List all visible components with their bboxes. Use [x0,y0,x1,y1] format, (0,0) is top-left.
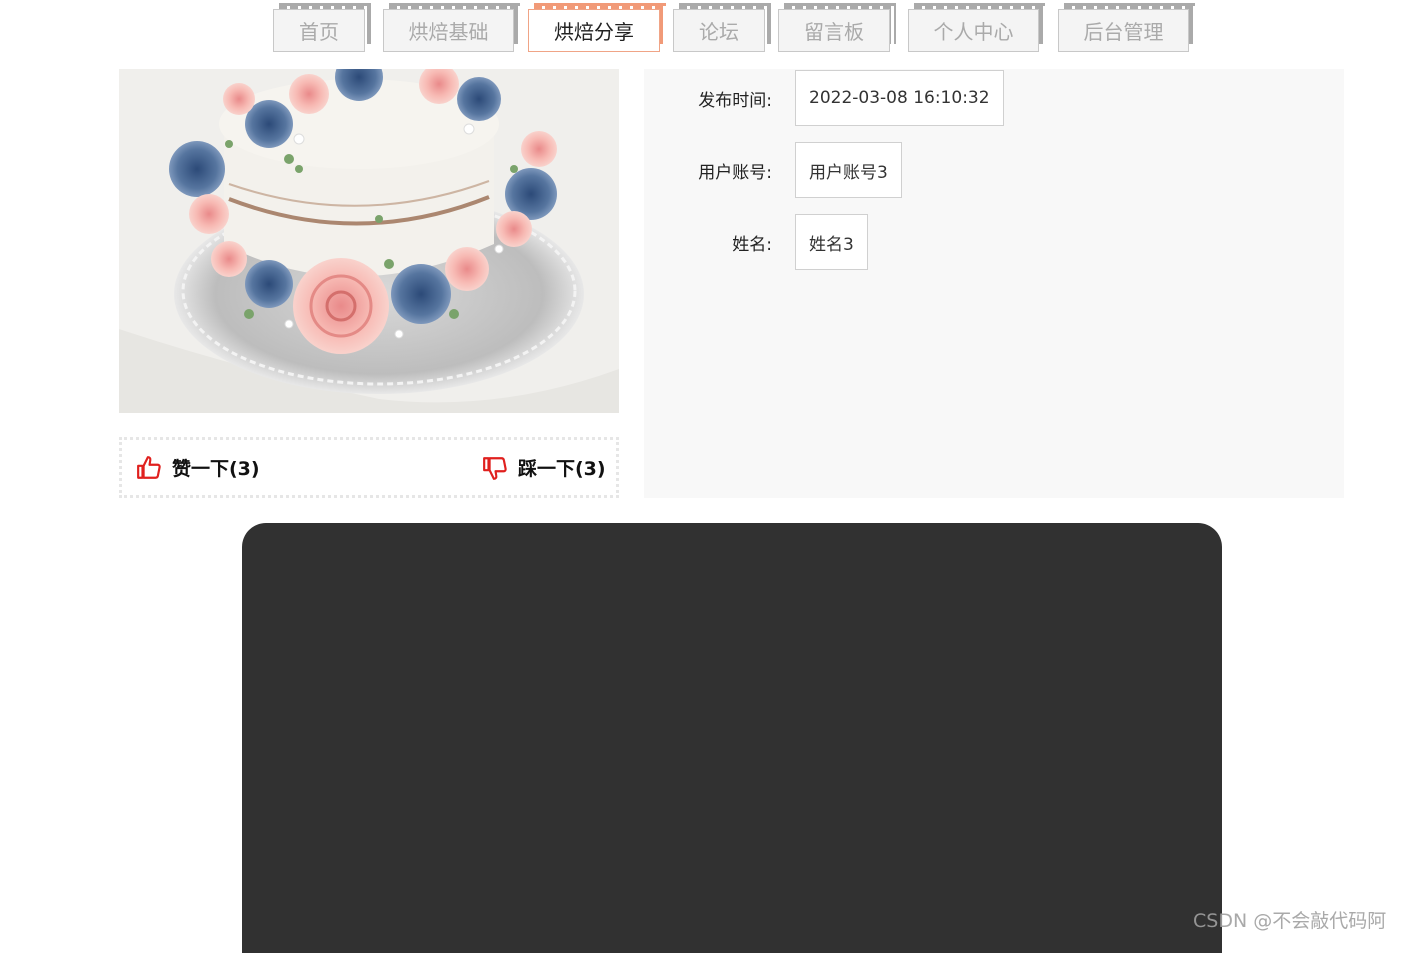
tab-message-board[interactable]: 留言板 [778,0,896,52]
dislike-label: 踩一下(3) [518,458,606,480]
tab-baking-share[interactable]: 烘焙分享 [528,0,666,52]
tab-home-label[interactable]: 首页 [273,9,365,52]
tab-admin[interactable]: 后台管理 [1058,0,1195,52]
like-label: 赞一下(3) [172,458,260,480]
tab-forum-label[interactable]: 论坛 [673,9,765,52]
tab-baking-share-label[interactable]: 烘焙分享 [528,9,660,52]
cake-illustration [119,69,619,413]
tab-home[interactable]: 首页 [273,0,371,52]
tab-baking-basics-label[interactable]: 烘焙基础 [383,9,514,52]
watermark: CSDN @不会敲代码阿 [1193,910,1387,932]
info-row-name: 姓名: 姓名3 [644,213,868,271]
vote-box: 赞一下(3) 踩一下(3) [119,437,619,498]
tab-baking-basics[interactable]: 烘焙基础 [383,0,520,52]
user-account-label: 用户账号: [698,162,772,183]
name-label: 姓名: [732,234,772,255]
content-area [242,523,1222,953]
tab-message-board-label[interactable]: 留言板 [778,9,890,52]
info-row-publish-time: 发布时间: 2022-03-08 16:10:32 [644,69,1004,127]
name-value: 姓名3 [795,214,868,270]
thumbs-down-icon [483,456,507,480]
publish-time-label: 发布时间: [698,90,772,111]
dislike-button[interactable]: 踩一下(3) [482,454,606,481]
publish-time-value: 2022-03-08 16:10:32 [795,70,1004,126]
tab-personal-center[interactable]: 个人中心 [908,0,1045,52]
cake-image [119,69,619,413]
info-row-user-account: 用户账号: 用户账号3 [644,141,902,199]
tab-admin-label[interactable]: 后台管理 [1058,9,1189,52]
thumbs-up-icon [137,455,161,479]
like-button[interactable]: 赞一下(3) [136,454,260,481]
tab-personal-center-label[interactable]: 个人中心 [908,9,1039,52]
user-account-value: 用户账号3 [795,142,902,198]
top-nav: 首页 烘焙基础 烘焙分享 论坛 留言板 个人中心 后台管理 [0,0,1401,56]
post-info-panel: 发布时间: 2022-03-08 16:10:32 用户账号: 用户账号3 姓名… [644,69,1344,498]
tab-forum[interactable]: 论坛 [673,0,771,52]
